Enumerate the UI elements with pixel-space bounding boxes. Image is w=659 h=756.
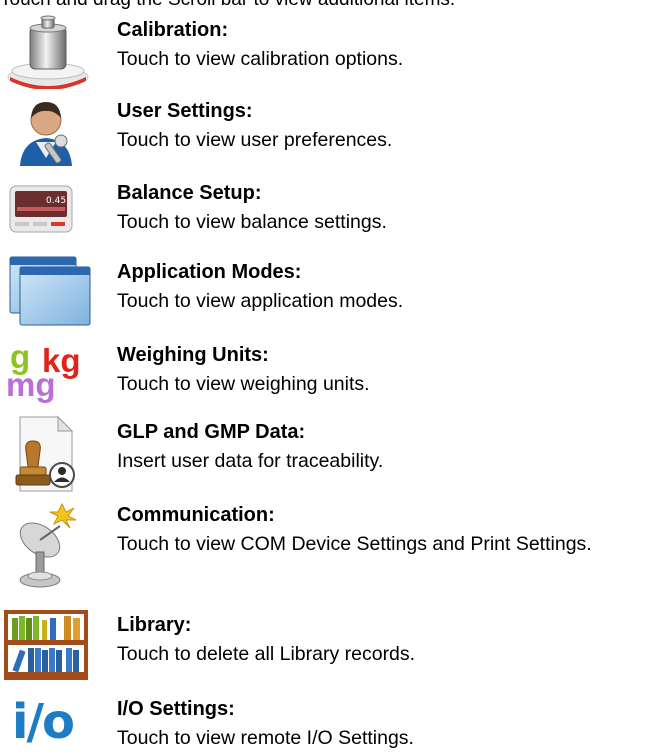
item-title: Balance Setup:	[117, 182, 262, 204]
communication-icon	[6, 500, 96, 596]
calibration-weight-icon	[6, 15, 96, 89]
intro-text: Touch and drag the Scroll bar to view ad…	[0, 0, 659, 12]
glp-gmp-icon	[6, 415, 96, 495]
item-title: Application Modes:	[117, 261, 302, 283]
item-title: GLP and GMP Data:	[117, 421, 306, 443]
item-title: I/O Settings:	[117, 698, 235, 720]
item-description: Touch to view user preferences.	[117, 129, 393, 151]
library-icon	[4, 610, 94, 682]
item-title: Weighing Units:	[117, 344, 269, 366]
item-description: Touch to view COM Device Settings and Pr…	[117, 533, 592, 555]
io-logo-text: i/o	[12, 694, 75, 750]
item-title: User Settings:	[117, 100, 253, 122]
unit-mg-label: mg	[6, 366, 56, 403]
balance-display-value: 0.45	[46, 196, 66, 206]
item-description: Insert user data for traceability.	[117, 450, 384, 472]
item-description: Touch to view balance settings.	[117, 211, 387, 233]
item-title: Calibration:	[117, 19, 229, 41]
item-description: Touch to view remote I/O Settings.	[117, 727, 414, 749]
item-title: Communication:	[117, 504, 275, 526]
item-description: Touch to delete all Library records.	[117, 643, 416, 665]
user-settings-icon	[6, 96, 96, 168]
item-title: Library:	[117, 614, 192, 636]
item-description: Touch to view weighing units.	[117, 373, 370, 395]
item-description: Touch to view application modes.	[117, 290, 404, 312]
application-modes-icon	[8, 255, 98, 329]
balance-setup-icon: 0.45	[6, 182, 96, 238]
item-description: Touch to view calibration options.	[117, 48, 404, 70]
